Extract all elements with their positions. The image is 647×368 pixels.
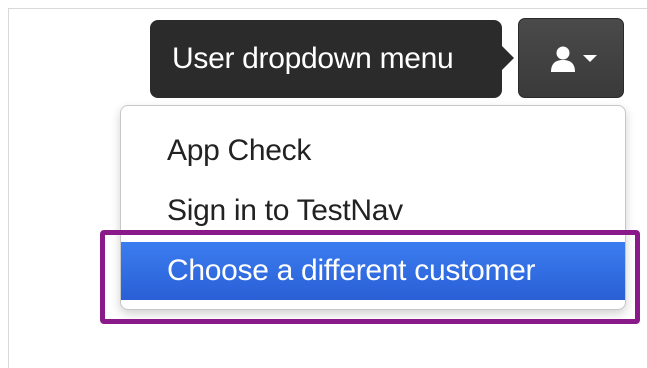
menu-item-app-check[interactable]: App Check xyxy=(121,122,625,180)
menu-item-label: App Check xyxy=(167,134,312,167)
tooltip: User dropdown menu xyxy=(150,20,502,98)
tooltip-arrow xyxy=(500,44,514,72)
user-dropdown-menu: App Check Sign in to TestNav Choose a di… xyxy=(120,105,626,310)
user-dropdown-button[interactable] xyxy=(518,18,624,98)
menu-item-sign-in-testnav[interactable]: Sign in to TestNav xyxy=(121,182,625,240)
menu-item-label: Choose a different customer xyxy=(167,254,536,287)
user-icon xyxy=(551,46,575,72)
menu-item-label: Sign in to TestNav xyxy=(167,194,403,227)
tooltip-text: User dropdown menu xyxy=(172,42,454,75)
caret-down-icon xyxy=(583,55,597,62)
menu-item-choose-customer[interactable]: Choose a different customer xyxy=(121,242,625,300)
